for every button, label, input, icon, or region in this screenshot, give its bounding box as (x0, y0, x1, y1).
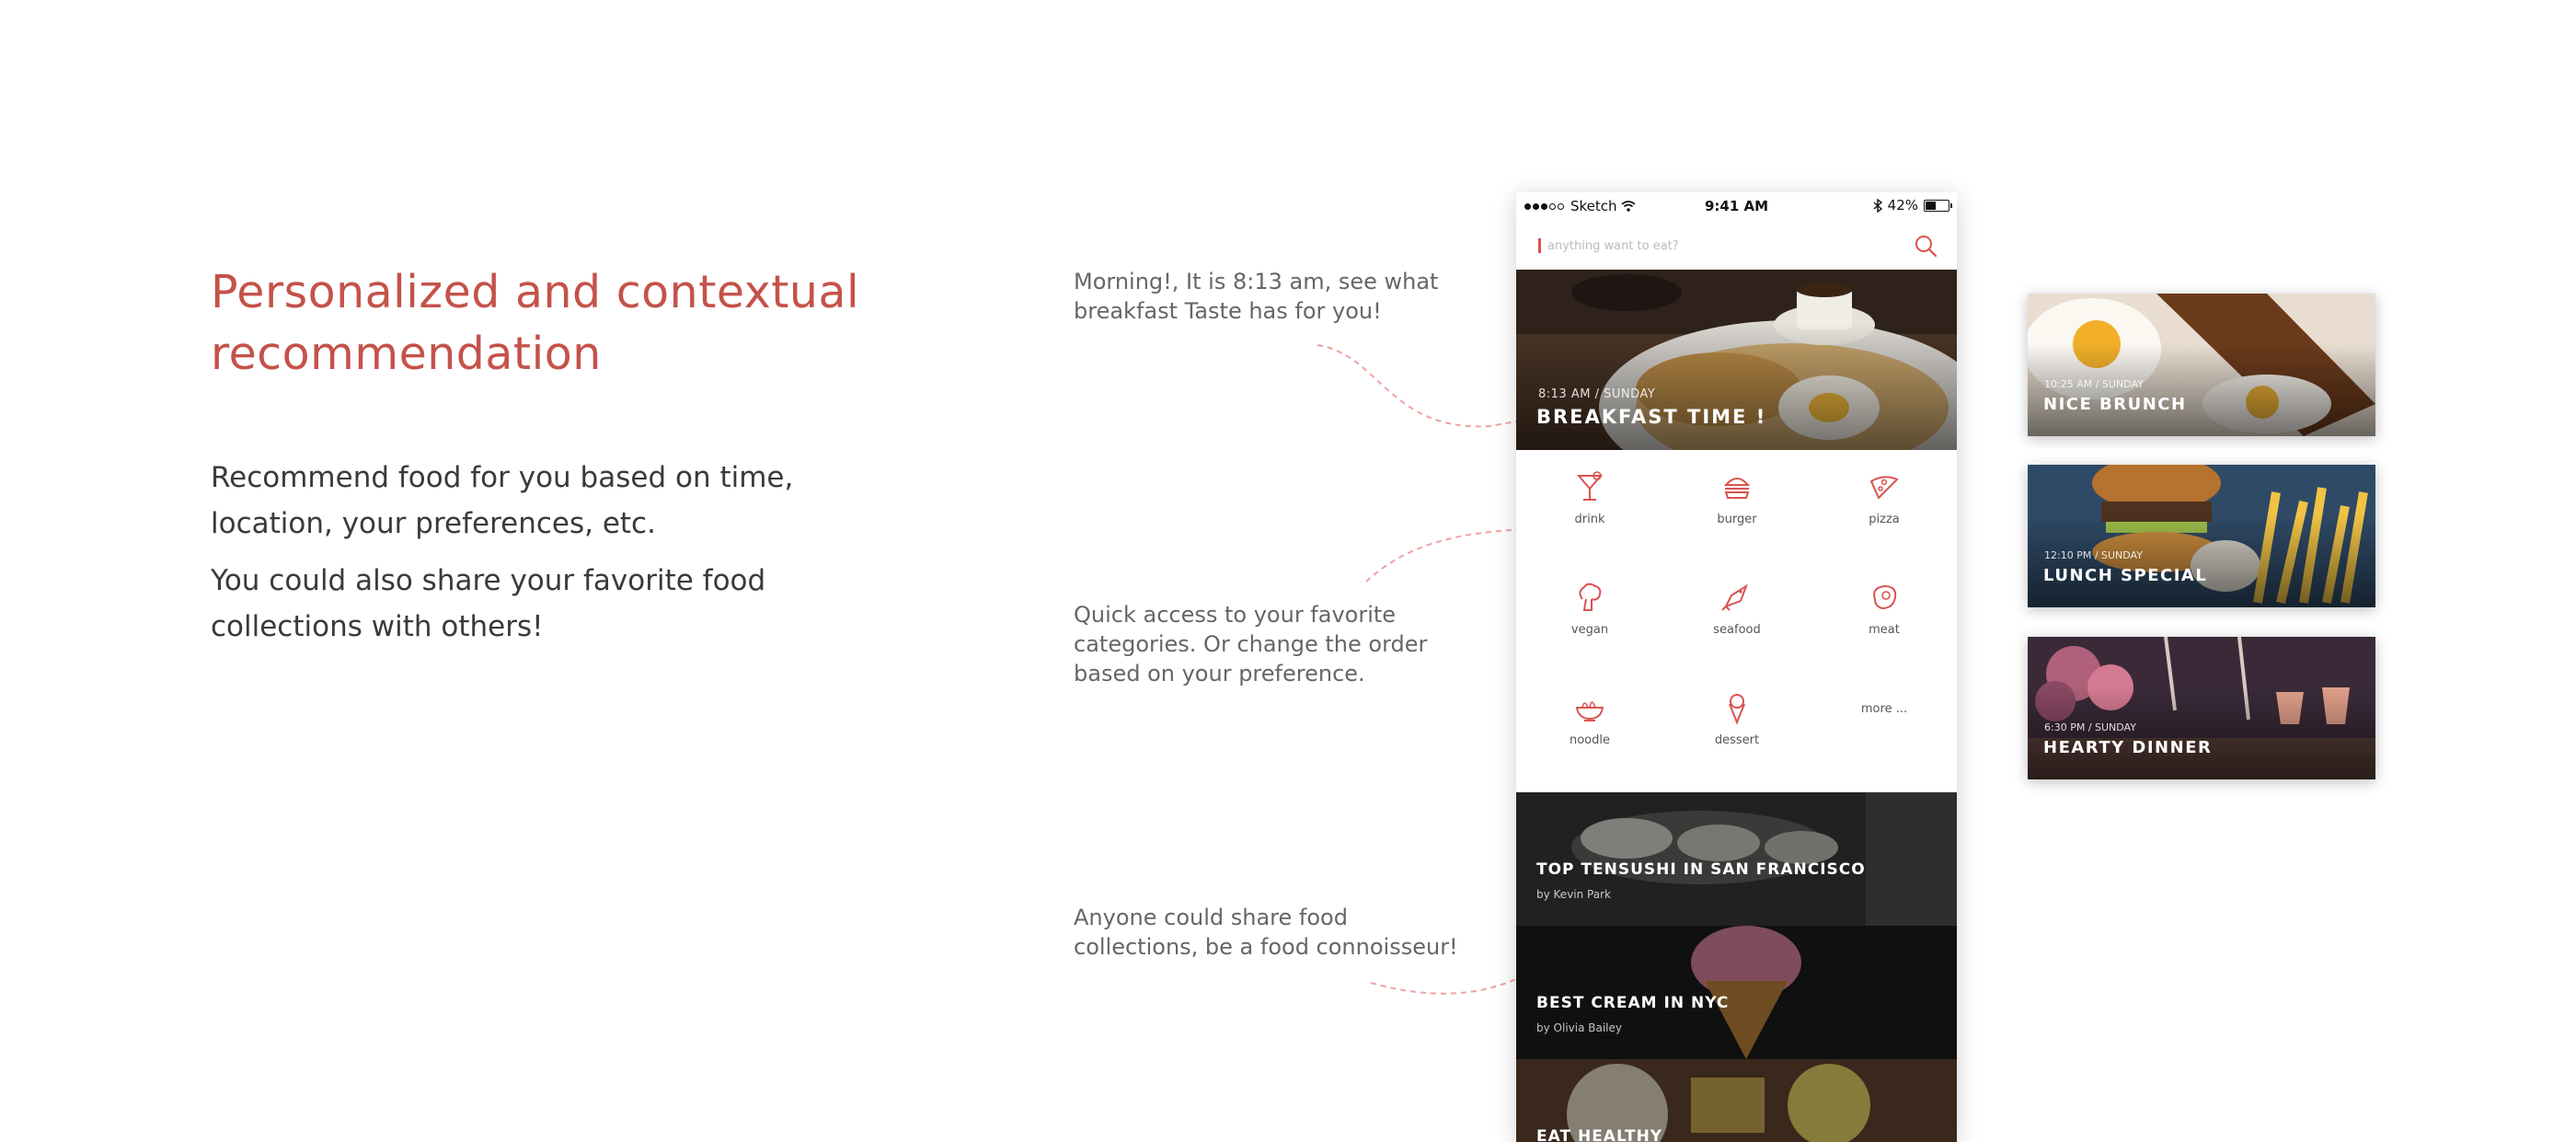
search-input[interactable] (1547, 233, 1897, 259)
side-card-dinner[interactable]: 6:30 PM / SUNDAY HEARTY DINNER (2028, 637, 2375, 779)
category-label: vegan (1570, 623, 1609, 637)
annotation-breakfast: Morning!, It is 8:13 am, see what breakf… (1074, 269, 1439, 324)
burger-icon (1723, 478, 1751, 499)
ice-cream-icon (1729, 694, 1745, 725)
description-paragraph-2: You could also share your favorite food … (211, 564, 766, 643)
steak-icon (1873, 584, 1897, 610)
collection-card[interactable]: BEST CREAM IN NYC by Olivia Bailey (1516, 926, 1957, 1059)
category-drink[interactable]: drink (1516, 468, 1663, 526)
search-bar (1516, 220, 1957, 270)
category-label: pizza (1869, 513, 1900, 526)
description-paragraph-1: Recommend food for you based on time, lo… (211, 461, 794, 540)
annotation-categories: Quick access to your favorite categories… (1074, 602, 1428, 686)
noodle-bowl-icon (1575, 701, 1604, 721)
collection-title: TOP TENSUSHI IN SAN FRANCISCO (1536, 860, 1866, 879)
category-label: meat (1869, 623, 1900, 637)
phone-screen: Sketch 9:41 AM 42% anything want to eat?… (1516, 192, 1957, 1142)
bluetooth-icon (1873, 198, 1882, 213)
category-label: noodle (1569, 733, 1610, 747)
broccoli-icon (1579, 583, 1602, 611)
side-card-title: HEARTY DINNER (2043, 738, 2213, 757)
category-burger[interactable]: burger (1663, 468, 1811, 526)
side-card-subtitle: 10:25 AM / SUNDAY (2044, 378, 2144, 390)
connector-breakfast (1317, 344, 1532, 428)
side-card-lunch[interactable]: 12:10 PM / SUNDAY LUNCH SPECIAL (2028, 465, 2375, 607)
pizza-icon (1869, 476, 1899, 500)
category-label: seafood (1713, 623, 1761, 637)
category-vegan[interactable]: vegan (1516, 579, 1663, 637)
collection-author: by Olivia Bailey (1536, 1021, 1622, 1034)
category-label: burger (1717, 513, 1757, 526)
side-card-brunch[interactable]: 10:25 AM / SUNDAY NICE BRUNCH (2028, 294, 2375, 436)
search-icon[interactable] (1913, 233, 1938, 259)
collection-author: by Kevin Park (1536, 888, 1611, 901)
side-card-title: LUNCH SPECIAL (2043, 566, 2208, 585)
page-headline: Personalized and contextual recommendati… (211, 266, 860, 380)
collection-card[interactable]: EAT HEALTHY (1516, 1059, 1957, 1142)
side-card-subtitle: 12:10 PM / SUNDAY (2044, 549, 2143, 561)
collection-title: BEST CREAM IN NYC (1536, 994, 1730, 1012)
battery-icon (1924, 199, 1952, 212)
category-grid: drink burger pizza vegan seafood meat no… (1516, 450, 1957, 781)
hero-subtitle: 8:13 AM / SUNDAY (1538, 387, 1656, 401)
more-categories-link[interactable]: more ... (1811, 689, 1957, 716)
status-bar: Sketch 9:41 AM 42% (1516, 192, 1957, 220)
fish-icon (1721, 583, 1748, 611)
category-label: drink (1574, 513, 1605, 526)
category-meat[interactable]: meat (1811, 579, 1957, 637)
collection-title: EAT HEALTHY (1536, 1127, 1663, 1142)
category-label: dessert (1714, 733, 1760, 747)
cocktail-icon (1576, 471, 1604, 501)
breakfast-hero-card[interactable]: 8:13 AM / SUNDAY BREAKFAST TIME ! (1516, 270, 1957, 450)
hero-title: BREAKFAST TIME ! (1536, 406, 1767, 428)
category-dessert[interactable]: dessert (1663, 689, 1811, 747)
category-pizza[interactable]: pizza (1811, 468, 1957, 526)
category-seafood[interactable]: seafood (1663, 579, 1811, 637)
category-noodle[interactable]: noodle (1516, 689, 1663, 747)
side-card-subtitle: 6:30 PM / SUNDAY (2044, 721, 2136, 733)
annotation-collections: Anyone could share food collections, be … (1074, 905, 1458, 960)
battery-percent: 42% (1887, 197, 1918, 213)
collection-card[interactable]: TOP TENSUSHI IN SAN FRANCISCO by Kevin P… (1516, 792, 1957, 926)
side-card-title: NICE BRUNCH (2043, 395, 2187, 414)
text-cursor (1538, 238, 1541, 253)
connector-collections (1370, 973, 1528, 995)
